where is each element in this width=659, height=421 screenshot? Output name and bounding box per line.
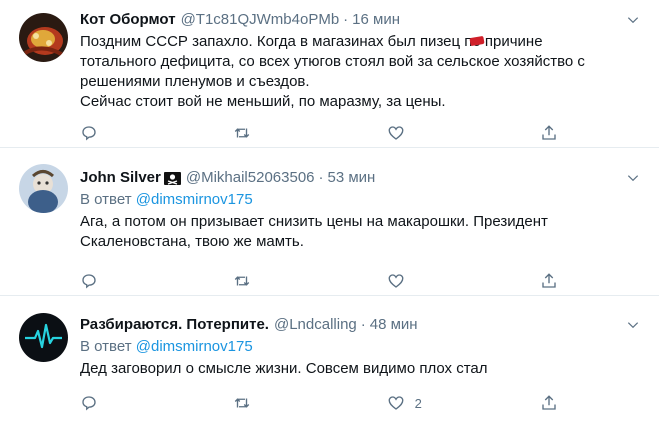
avatar-image — [19, 13, 68, 62]
share-icon — [542, 125, 556, 140]
retweet-button[interactable] — [233, 123, 253, 143]
reply-button[interactable] — [80, 123, 100, 143]
reply-context: В ответ @dimsmirnov175 — [80, 190, 643, 210]
tweet-text-line: тотального дефицита, со всех утюгов стоя… — [80, 53, 585, 70]
tweet-2[interactable]: John Silver @Mikhail52063506 · 53 мин В … — [0, 148, 659, 296]
pirate-flag-icon — [163, 171, 181, 185]
reply-mention-link[interactable]: @dimsmirnov175 — [136, 338, 253, 355]
tweet-header: Разбираются. Потерпите. @Lndcalling · 48… — [80, 315, 643, 335]
tweet-actions — [80, 123, 560, 143]
tweet-text-line: Дед заговорил о смысле жизни. Совсем вид… — [80, 360, 488, 377]
share-icon — [542, 395, 556, 410]
reply-icon — [82, 126, 96, 141]
avatar-razbirayutsya[interactable] — [19, 313, 68, 362]
separator-dot: · — [360, 316, 366, 333]
tweet-actions: 2 — [80, 393, 560, 413]
like-button[interactable] — [387, 271, 407, 291]
avatar-kot-obormot[interactable] — [19, 13, 68, 62]
author-handle[interactable]: @Mikhail52063506 — [186, 168, 315, 188]
chevron-down-icon[interactable] — [623, 168, 643, 188]
like-button[interactable]: 2 — [387, 393, 422, 413]
reply-icon — [82, 274, 96, 289]
like-icon — [388, 396, 404, 410]
share-icon — [542, 273, 556, 288]
tweet-text-line: Сейчас стоит вой не меньший, по маразму,… — [80, 93, 446, 110]
reply-prefix: В ответ — [80, 338, 132, 355]
author-name[interactable]: John Silver — [80, 168, 161, 188]
retweet-icon — [235, 398, 250, 408]
share-button[interactable] — [540, 271, 560, 291]
retweet-icon — [235, 128, 250, 138]
like-icon — [388, 274, 404, 288]
reply-button[interactable] — [80, 393, 100, 413]
tweet-actions — [80, 271, 560, 291]
tweet-header: Кот Обормот @T1c81QJWmb4oPMb · 16 мин — [80, 10, 643, 30]
tweet-header: John Silver @Mikhail52063506 · 53 мин — [80, 168, 643, 188]
tweet-1[interactable]: Кот Обормот @T1c81QJWmb4oPMb · 16 мин По… — [0, 0, 659, 148]
reply-mention-link[interactable]: @dimsmirnov175 — [136, 191, 253, 208]
tweet-text: Поздним СССР запахло. Когда в магазинах … — [80, 32, 643, 112]
tweet-text-line: решениями пленумов и съездов. — [80, 73, 310, 90]
tweet-text: Ага, а потом он призывает снизить цены н… — [80, 212, 643, 252]
retweet-button[interactable] — [233, 271, 253, 291]
tweet-text-line: Ага, а потом он призывает снизить цены н… — [80, 213, 548, 230]
author-name[interactable]: Кот Обормот — [80, 10, 176, 30]
avatar-john-silver[interactable] — [19, 164, 68, 213]
separator-dot: · — [318, 169, 324, 186]
tweet-text-line: Скаленовстана, твою же мамть. — [80, 233, 304, 250]
like-count: 2 — [414, 395, 422, 411]
reply-button[interactable] — [80, 271, 100, 291]
retweet-button[interactable] — [233, 393, 253, 413]
author-handle[interactable]: @Lndcalling — [274, 315, 357, 335]
like-button[interactable] — [387, 123, 407, 143]
tweet-text-line: Поздним СССР запахло. Когда в магазинах … — [80, 33, 543, 50]
reply-context: В ответ @dimsmirnov175 — [80, 337, 643, 357]
tweet-time[interactable]: 53 мин — [328, 168, 376, 188]
reply-prefix: В ответ — [80, 191, 132, 208]
tweet-3[interactable]: Разбираются. Потерпите. @Lndcalling · 48… — [0, 296, 659, 421]
share-button[interactable] — [540, 393, 560, 413]
tweet-time[interactable]: 16 мин — [352, 10, 400, 30]
avatar-image — [19, 313, 68, 362]
chevron-down-icon[interactable] — [623, 315, 643, 335]
reply-icon — [82, 396, 96, 411]
tweet-time[interactable]: 48 мин — [370, 315, 418, 335]
avatar-image — [19, 164, 68, 213]
share-button[interactable] — [540, 123, 560, 143]
tweet-text: Дед заговорил о смысле жизни. Совсем вид… — [80, 359, 643, 379]
separator-dot: · — [343, 11, 349, 28]
retweet-icon — [235, 276, 250, 286]
author-name[interactable]: Разбираются. Потерпите. — [80, 315, 269, 335]
author-handle[interactable]: @T1c81QJWmb4oPMb — [181, 10, 340, 30]
chevron-down-icon[interactable] — [623, 10, 643, 30]
like-icon — [388, 126, 404, 140]
